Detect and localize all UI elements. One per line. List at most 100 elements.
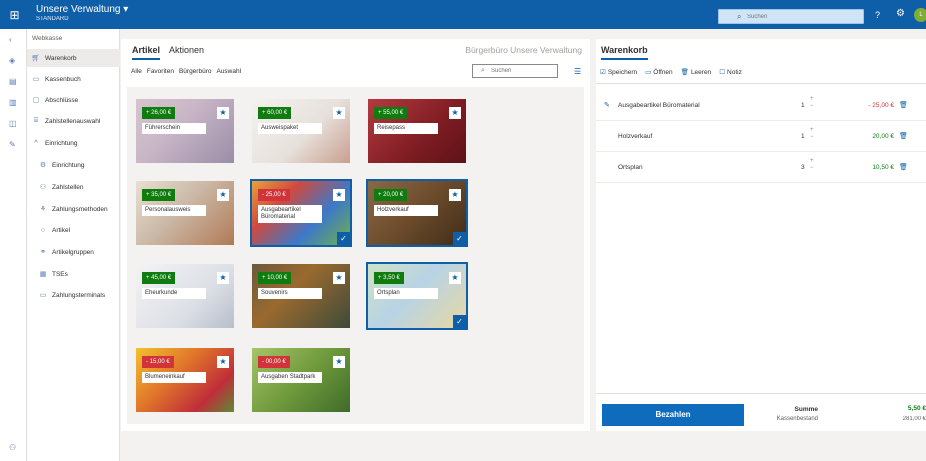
product-tile[interactable]: - 15,00 € ★ Blumeneinkauf ✓ <box>134 346 236 414</box>
terminal-icon: ▭ <box>39 292 47 299</box>
star-icon[interactable]: ★ <box>333 272 345 284</box>
star-icon[interactable]: ★ <box>449 189 461 201</box>
cart-item-name: Ausgabeartikel Büromaterial <box>618 102 700 109</box>
nav-item-label: Einrichtung <box>52 161 85 169</box>
save-button[interactable]: ☑ Speichern <box>600 68 637 76</box>
nav-item-zahlstellen[interactable]: ⚇ Zahlstellen <box>27 178 120 196</box>
filter-buergerbuero[interactable]: Bürgerbüro <box>179 68 212 75</box>
open-button[interactable]: ▭ Öffnen <box>645 68 673 76</box>
nav-item-zahlungsterminals[interactable]: ▭ Zahlungsterminals <box>27 286 120 304</box>
trash-icon[interactable]: 🗑︎ <box>899 163 908 171</box>
cart-item-name: Ortsplan <box>618 164 643 171</box>
product-tile[interactable]: + 60,00 € ★ Ausweispaket ✓ <box>250 97 352 165</box>
nav-item-warenkorb[interactable]: 🛒︎ Warenkorb <box>27 49 120 67</box>
product-tile[interactable]: - 00,00 € ★ Ausgaben Stadtpark ✓ <box>250 346 352 414</box>
nav-item-label: Zahlungsmethoden <box>52 205 108 213</box>
nav-item-label: Warenkorb <box>45 54 77 62</box>
nav-item-einrichtung[interactable]: ⚙ Einrichtung <box>27 156 120 174</box>
product-name: Reisepass <box>374 123 438 134</box>
star-icon[interactable]: ★ <box>333 189 345 201</box>
product-tile[interactable]: + 20,00 € ★ Holzverkauf ✓ <box>366 179 468 247</box>
nav-item-label: Abschlüsse <box>45 96 79 104</box>
star-icon[interactable]: ★ <box>217 107 229 119</box>
trash-icon[interactable]: 🗑︎ <box>899 132 908 140</box>
cart-icon: 🛒︎ <box>31 55 41 62</box>
pay-button[interactable]: Bezahlen <box>602 404 744 426</box>
trash-icon[interactable]: 🗑︎ <box>899 101 908 109</box>
nav-group-einrichtung[interactable]: ^ Einrichtung <box>27 134 120 152</box>
product-tile[interactable]: + 10,00 € ★ Souvenirs ✓ <box>250 262 352 330</box>
cart-item-amount: - 25,00 € <box>868 102 894 109</box>
group-icon: ⚭ <box>40 249 46 256</box>
side-navigation: Webkasse 🛒︎ Warenkorb ▭ Kassenbuch ▢ Abs… <box>27 29 120 461</box>
star-icon[interactable]: ★ <box>449 272 461 284</box>
product-tile[interactable]: + 35,00 € ★ Personalausweis ✓ <box>134 179 236 247</box>
tse-icon: ▦ <box>39 271 47 278</box>
tab-artikel[interactable]: Artikel <box>132 45 160 55</box>
product-name: Ortsplan <box>374 288 438 299</box>
note-icon: ☐ <box>719 69 726 76</box>
nav-item-zahlstellenauswahl[interactable]: ⌸ Zahlstellenauswahl <box>27 112 120 130</box>
filter-favoriten[interactable]: Favoriten <box>147 68 174 75</box>
avatar[interactable]: L <box>914 8 926 22</box>
save-icon: ☑ <box>600 69 606 76</box>
note-button[interactable]: ☐ Notiz <box>719 68 742 76</box>
product-tile[interactable]: - 25,00 € ★ Ausgabeartikel Büromaterial … <box>250 179 352 247</box>
app-switcher[interactable]: Unsere Verwaltung ▾ <box>36 4 128 15</box>
product-name: Führerschein <box>142 123 206 134</box>
edit-icon[interactable]: ✎ <box>9 140 16 149</box>
global-search-input[interactable] <box>747 11 857 22</box>
price-badge: - 00,00 € <box>258 356 290 368</box>
cart-icon[interactable]: ▤ <box>9 77 17 86</box>
gear-icon[interactable]: ⚙ <box>896 8 905 19</box>
cart-item-name: Holzverkauf <box>618 133 653 140</box>
cart-item-amount: 10,50 € <box>872 164 894 171</box>
nav-item-tses[interactable]: ▦ TSEs <box>27 265 120 283</box>
star-icon[interactable]: ★ <box>333 356 345 368</box>
nav-item-kassenbuch[interactable]: ▭ Kassenbuch <box>27 70 120 88</box>
product-name: Personalausweis <box>142 205 206 216</box>
filter-auswahl[interactable]: Auswahl <box>216 68 241 75</box>
collapse-icon[interactable]: ‹ <box>9 35 12 44</box>
product-tile[interactable]: + 3,50 € ★ Ortsplan ✓ <box>366 262 468 330</box>
checkmark-icon: ✓ <box>453 315 466 328</box>
price-badge: + 20,00 € <box>374 189 408 201</box>
product-tile[interactable]: + 45,00 € ★ Ehеurkunde ✓ <box>134 262 236 330</box>
open-label: Öffnen <box>653 69 673 76</box>
quantity-stepper[interactable]: + − <box>810 158 814 172</box>
nav-item-abschluesse[interactable]: ▢ Abschlüsse <box>27 91 120 109</box>
quantity-stepper[interactable]: + − <box>810 127 814 141</box>
payment-icon: ⚘ <box>39 206 47 213</box>
star-icon[interactable]: ★ <box>217 189 229 201</box>
edit-icon[interactable]: ✎ <box>604 101 610 109</box>
star-icon[interactable]: ★ <box>449 107 461 119</box>
nav-item-artikelgruppen[interactable]: ⚭ Artikelgruppen <box>27 243 120 261</box>
people-icon[interactable]: ⚇ <box>9 443 16 452</box>
tab-aktionen[interactable]: Aktionen <box>169 45 204 55</box>
product-search[interactable]: ⌕ <box>472 64 558 78</box>
filter-alle[interactable]: Alle <box>131 68 142 75</box>
product-tile[interactable]: + 55,00 € ★ Reisepass ✓ <box>366 97 468 165</box>
nav-item-label: Kassenbuch <box>45 75 81 83</box>
book-icon[interactable]: ▥ <box>9 98 17 107</box>
list-view-icon[interactable]: ☰ <box>574 67 581 76</box>
app-launcher-icon[interactable]: ⊞ <box>0 0 29 29</box>
star-icon[interactable]: ★ <box>333 107 345 119</box>
star-icon[interactable]: ★ <box>217 272 229 284</box>
trash-icon: 🗑︎ <box>680 69 689 76</box>
gear-icon: ⚙ <box>39 162 47 169</box>
quantity-stepper[interactable]: + − <box>810 96 814 110</box>
home-icon[interactable]: ◈ <box>9 56 15 65</box>
report-icon[interactable]: ◫ <box>9 119 17 128</box>
product-search-input[interactable] <box>491 66 555 76</box>
clear-button[interactable]: 🗑︎ Leeren <box>681 68 712 76</box>
help-icon[interactable]: ? <box>875 10 880 20</box>
cash-register-icon: ⌸ <box>33 117 39 124</box>
nav-heading: Webkasse <box>32 35 63 42</box>
nav-item-zahlungsmethoden[interactable]: ⚘ Zahlungsmethoden <box>27 200 120 218</box>
nav-item-artikel[interactable]: ○ Artikel <box>27 221 120 239</box>
product-tile[interactable]: + 26,00 € ★ Führerschein ✓ <box>134 97 236 165</box>
star-icon[interactable]: ★ <box>217 356 229 368</box>
products-panel: Artikel Aktionen Bürgerbüro Unsere Verwa… <box>121 39 590 431</box>
global-search[interactable]: ⌕ <box>718 9 864 24</box>
